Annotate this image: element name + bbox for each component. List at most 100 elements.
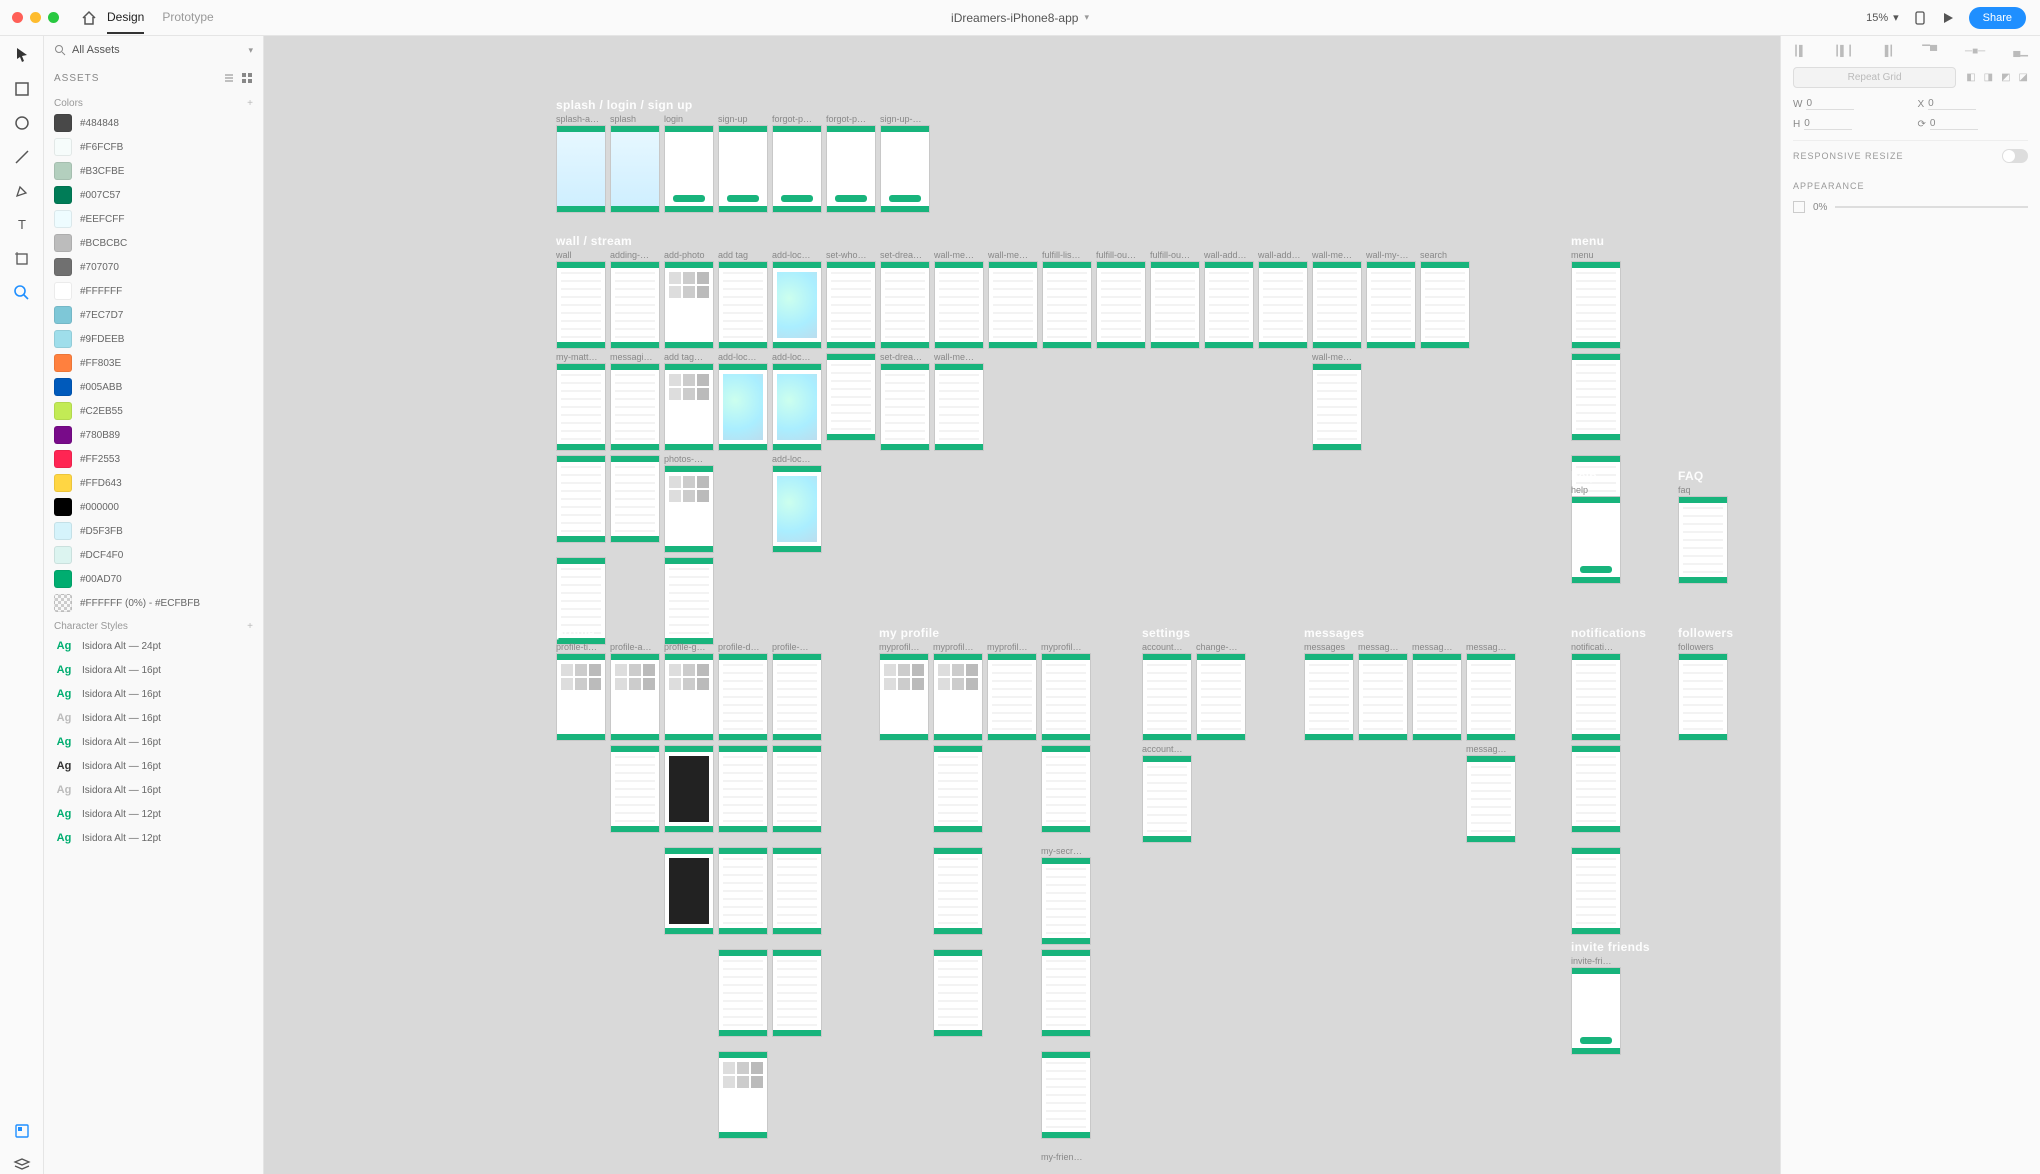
artboard[interactable]: add-loc… (718, 352, 768, 451)
artboard[interactable] (610, 744, 660, 833)
artboard[interactable]: messag… (1412, 642, 1462, 741)
assets-panel-icon[interactable] (13, 1122, 31, 1140)
color-swatch-row[interactable]: #484848 (44, 111, 263, 135)
artboard[interactable]: add-loc… (772, 250, 822, 349)
artboard[interactable] (1571, 744, 1621, 833)
artboard[interactable] (826, 352, 876, 441)
align-right-icon[interactable]: ▐┃ (1881, 46, 1894, 57)
artboard[interactable] (664, 556, 714, 645)
color-swatch-row[interactable]: #007C57 (44, 183, 263, 207)
x-input[interactable] (1928, 98, 1976, 110)
device-preview-icon[interactable] (1913, 11, 1927, 25)
artboard[interactable]: menu (1571, 250, 1621, 349)
maximize-window[interactable] (48, 12, 59, 23)
charstyle-row[interactable]: AgIsidora Alt — 16pt (44, 658, 263, 682)
charstyle-row[interactable]: AgIsidora Alt — 16pt (44, 778, 263, 802)
artboard[interactable]: account… (1142, 744, 1192, 843)
artboard[interactable] (772, 846, 822, 935)
artboard[interactable]: add-photo (664, 250, 714, 349)
charstyle-row[interactable]: AgIsidora Alt — 16pt (44, 754, 263, 778)
color-swatch-row[interactable]: #FFD643 (44, 471, 263, 495)
artboard[interactable]: wall-me… (988, 250, 1038, 349)
list-view-icon[interactable] (223, 72, 235, 84)
rectangle-tool[interactable] (13, 80, 31, 98)
artboard[interactable]: wall (556, 250, 606, 349)
artboard[interactable]: followers (1678, 642, 1728, 741)
charstyle-row[interactable]: AgIsidora Alt — 16pt (44, 682, 263, 706)
artboard[interactable]: search (1420, 250, 1470, 349)
artboard[interactable]: profile-… (772, 642, 822, 741)
artboard[interactable]: wall-me… (1312, 352, 1362, 451)
artboard[interactable]: change-… (1196, 642, 1246, 741)
artboard[interactable]: wall-my-… (1366, 250, 1416, 349)
add-color-icon[interactable]: + (247, 98, 253, 109)
charstyle-row[interactable]: AgIsidora Alt — 16pt (44, 706, 263, 730)
tab-prototype[interactable]: Prototype (162, 2, 213, 34)
exclude-op-icon[interactable]: ◪ (2019, 72, 2028, 83)
color-swatch-row[interactable]: #707070 (44, 255, 263, 279)
color-swatch-row[interactable]: #EEFCFF (44, 207, 263, 231)
artboard[interactable]: wall-add… (1258, 250, 1308, 349)
align-hcenter-icon[interactable]: ┃▌┃ (1834, 46, 1853, 57)
artboard[interactable]: myprofil… (933, 642, 983, 741)
color-swatch-row[interactable]: #FF803E (44, 351, 263, 375)
color-swatch-row[interactable]: #780B89 (44, 423, 263, 447)
artboard[interactable] (664, 744, 714, 833)
artboard[interactable]: photos-… (664, 454, 714, 553)
color-swatch-row[interactable]: #FF2553 (44, 447, 263, 471)
select-tool[interactable] (13, 46, 31, 64)
artboard[interactable]: messagi… (610, 352, 660, 451)
artboard[interactable]: wall-me… (1312, 250, 1362, 349)
color-swatch-row[interactable]: #00AD70 (44, 567, 263, 591)
artboard[interactable]: profile-d… (718, 642, 768, 741)
color-swatch-row[interactable]: #FFFFFF (44, 279, 263, 303)
artboard[interactable]: add-loc… (772, 454, 822, 553)
artboard[interactable]: help (1571, 485, 1621, 584)
artboard[interactable]: myprofil… (987, 642, 1037, 741)
color-swatch-row[interactable]: #BCBCBC (44, 231, 263, 255)
zoom-level[interactable]: 15% ▾ (1866, 11, 1899, 24)
artboard[interactable] (772, 948, 822, 1037)
artboard[interactable] (772, 744, 822, 833)
ellipse-tool[interactable] (13, 114, 31, 132)
artboard[interactable]: messages (1304, 642, 1354, 741)
add-charstyle-icon[interactable]: + (247, 621, 253, 632)
color-swatch-row[interactable]: #000000 (44, 495, 263, 519)
artboard[interactable] (718, 744, 768, 833)
artboard[interactable]: wall-add… (1204, 250, 1254, 349)
line-tool[interactable] (13, 148, 31, 166)
artboard[interactable]: sign-up (718, 114, 768, 213)
artboard[interactable]: set-drea… (880, 352, 930, 451)
charstyle-row[interactable]: AgIsidora Alt — 16pt (44, 730, 263, 754)
artboard[interactable] (933, 948, 983, 1037)
charstyle-row[interactable]: AgIsidora Alt — 12pt (44, 802, 263, 826)
artboard[interactable]: wall-me… (934, 250, 984, 349)
close-window[interactable] (12, 12, 23, 23)
artboard[interactable]: set-drea… (880, 250, 930, 349)
align-vcenter-icon[interactable]: ─■─ (1965, 46, 1985, 57)
artboard[interactable] (556, 454, 606, 543)
artboard[interactable]: my-frien… (1041, 1152, 1091, 1163)
artboard[interactable]: myprofil… (879, 642, 929, 741)
artboard[interactable]: add tag… (664, 352, 714, 451)
tab-design[interactable]: Design (107, 2, 144, 34)
pen-tool[interactable] (13, 182, 31, 200)
opacity-slider[interactable] (1835, 206, 2028, 208)
artboard[interactable]: my-secr… (1041, 846, 1091, 945)
color-swatch-row[interactable]: #D5F3FB (44, 519, 263, 543)
artboard[interactable]: profile-g… (664, 642, 714, 741)
artboard[interactable] (718, 948, 768, 1037)
color-swatch-row[interactable]: #F6FCFB (44, 135, 263, 159)
layers-panel-icon[interactable] (13, 1156, 31, 1174)
artboard[interactable] (1571, 846, 1621, 935)
artboard[interactable] (933, 744, 983, 833)
asset-search[interactable]: All Assets ▾ (44, 36, 263, 64)
artboard[interactable] (718, 846, 768, 935)
share-button[interactable]: Share (1969, 7, 2026, 29)
color-swatch-row[interactable]: #005ABB (44, 375, 263, 399)
artboard[interactable]: login (664, 114, 714, 213)
zoom-tool[interactable] (13, 284, 31, 302)
width-input[interactable] (1806, 98, 1854, 110)
grid-view-icon[interactable] (241, 72, 253, 84)
color-swatch-row[interactable]: #DCF4F0 (44, 543, 263, 567)
